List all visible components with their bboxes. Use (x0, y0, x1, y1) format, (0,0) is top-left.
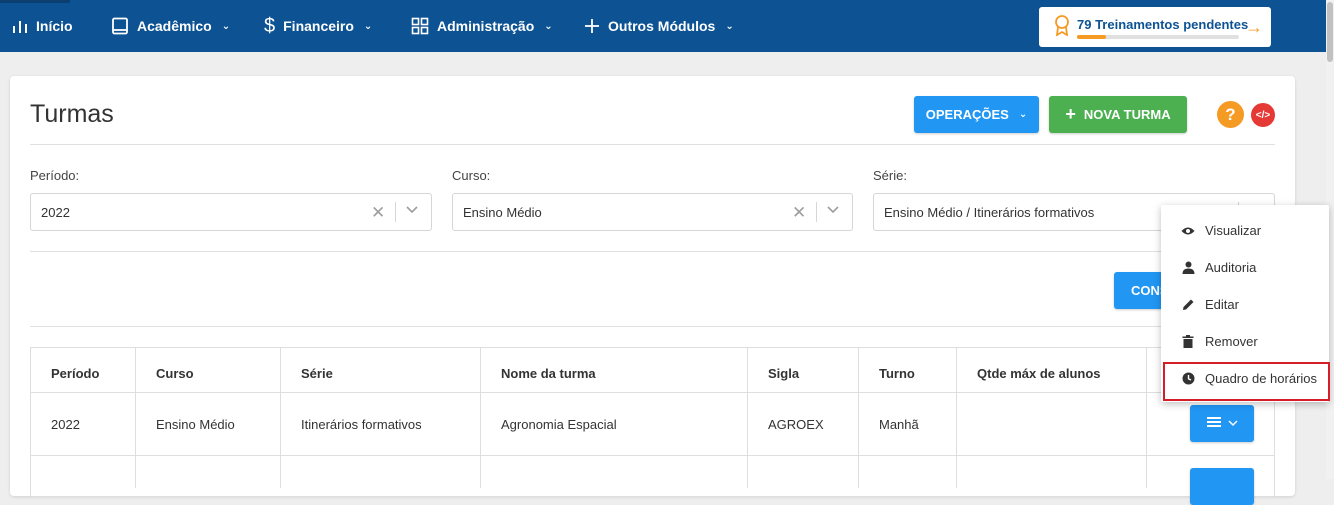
chevron-down-icon (1227, 415, 1238, 433)
nav-label: Financeiro (283, 18, 354, 34)
divider (30, 251, 1275, 252)
operations-label: OPERAÇÕES (925, 107, 1009, 122)
menu-item-label: Visualizar (1205, 223, 1262, 238)
cell-turno: Manhã (879, 417, 919, 432)
user-icon (1181, 261, 1195, 274)
clear-icon[interactable]: ✕ (371, 203, 385, 223)
grade-value: Ensino Médio / Itinerários formativos (884, 205, 1095, 220)
nav-label: Acadêmico (137, 18, 212, 34)
grid-icon (411, 17, 429, 35)
clock-icon (1181, 372, 1195, 385)
nav-item-academico[interactable]: Acadêmico ⌄ (111, 0, 230, 52)
chevron-down-icon[interactable] (405, 203, 419, 222)
course-value: Ensino Médio (463, 205, 542, 220)
page-title: Turmas (30, 100, 114, 128)
arrow-right-icon: → (1245, 17, 1263, 37)
period-label: Período: (30, 168, 80, 183)
grade-label: Série: (873, 168, 907, 183)
main-card: Turmas OPERAÇÕES ⌄ + NOVA TURMA ? </> Pe… (10, 76, 1295, 505)
column-divider (747, 348, 748, 488)
nav-label: Início (36, 18, 73, 34)
column-divider (1146, 348, 1147, 488)
column-divider (480, 348, 481, 488)
pending-trainings-label: 79 Treinamentos pendentes (1077, 17, 1249, 32)
award-icon (1053, 14, 1071, 41)
cell-nome-turma: Agronomia Espacial (501, 417, 617, 432)
menu-item-label: Remover (1205, 334, 1258, 349)
header-qtde-max[interactable]: Qtde máx de alunos (977, 366, 1101, 381)
chevron-down-icon: ⌄ (1018, 109, 1028, 120)
top-navbar: Início Acadêmico ⌄ $ Financeiro ⌄ Admini… (0, 0, 1326, 52)
header-curso[interactable]: Curso (156, 366, 194, 381)
nav-item-outros-modulos[interactable]: Outros Módulos ⌄ (584, 0, 734, 52)
menu-item-label: Quadro de horários (1205, 371, 1318, 386)
chevron-down-icon: ⌄ (221, 20, 231, 32)
divider (30, 326, 1275, 327)
column-divider (135, 348, 136, 488)
select-separator (395, 202, 396, 222)
course-select[interactable]: Ensino Médio ✕ (452, 193, 853, 231)
column-divider (280, 348, 281, 488)
scrollbar-thumb[interactable] (1327, 2, 1333, 62)
course-label: Curso: (452, 168, 491, 183)
period-value: 2022 (41, 205, 70, 220)
chevron-down-icon: ⌄ (363, 20, 373, 32)
operations-button[interactable]: OPERAÇÕES ⌄ (914, 96, 1039, 133)
header-periodo[interactable]: Período (51, 366, 99, 381)
plus-icon: + (1065, 104, 1076, 124)
cell-sigla: AGROEX (768, 417, 824, 432)
trash-icon (1181, 335, 1195, 348)
menu-item-label: Editar (1205, 297, 1239, 312)
bar-chart-icon (12, 18, 28, 34)
menu-item-quadro-horarios[interactable]: Quadro de horários (1161, 360, 1329, 397)
nav-item-inicio[interactable]: Início (12, 0, 73, 52)
row-actions-menu: Visualizar Auditoria Editar Remover Quad… (1161, 205, 1329, 402)
cell-periodo: 2022 (51, 417, 80, 432)
menu-item-label: Auditoria (1205, 260, 1257, 275)
row-divider (31, 455, 1274, 456)
book-icon (111, 17, 129, 35)
cell-curso: Ensino Médio (156, 417, 235, 432)
row-divider (31, 392, 1274, 393)
training-progress-bar (1077, 35, 1239, 39)
chevron-down-icon: ⌄ (725, 20, 734, 32)
help-icon[interactable]: ? (1217, 101, 1244, 128)
menu-icon (1206, 415, 1221, 433)
nav-item-financeiro[interactable]: $ Financeiro ⌄ (264, 0, 372, 52)
code-icon[interactable]: </> (1251, 103, 1275, 127)
header-sigla[interactable]: Sigla (768, 366, 799, 381)
eye-icon (1181, 226, 1195, 236)
plus-icon (584, 18, 600, 34)
period-select[interactable]: 2022 ✕ (30, 193, 432, 231)
training-progress-fill (1077, 35, 1107, 39)
clear-icon[interactable]: ✕ (792, 203, 806, 223)
new-class-label: NOVA TURMA (1083, 107, 1171, 122)
menu-item-visualizar[interactable]: Visualizar (1161, 212, 1329, 249)
menu-item-auditoria[interactable]: Auditoria (1161, 249, 1329, 286)
new-class-button[interactable]: + NOVA TURMA (1049, 96, 1187, 133)
header-serie[interactable]: Série (301, 366, 333, 381)
header-turno[interactable]: Turno (879, 366, 915, 381)
nav-item-administracao[interactable]: Administração ⌄ (411, 0, 553, 52)
pencil-icon (1181, 298, 1195, 311)
menu-item-remover[interactable]: Remover (1161, 323, 1329, 360)
dollar-icon: $ (264, 14, 276, 37)
pending-trainings-widget[interactable]: 79 Treinamentos pendentes → (1039, 7, 1271, 47)
column-divider (956, 348, 957, 488)
nav-label: Administração (437, 18, 535, 34)
row-actions-button[interactable] (1190, 468, 1254, 505)
chevron-down-icon: ⌄ (544, 20, 553, 32)
column-divider (858, 348, 859, 488)
divider (30, 144, 1275, 145)
menu-item-editar[interactable]: Editar (1161, 286, 1329, 323)
chevron-down-icon[interactable] (826, 203, 840, 222)
classes-table: Período Curso Série Nome da turma Sigla … (30, 347, 1275, 505)
header-nome-turma[interactable]: Nome da turma (501, 366, 596, 381)
row-actions-button[interactable] (1190, 405, 1254, 442)
cell-serie: Itinerários formativos (301, 417, 422, 432)
select-separator (816, 202, 817, 222)
nav-label: Outros Módulos (608, 18, 716, 34)
